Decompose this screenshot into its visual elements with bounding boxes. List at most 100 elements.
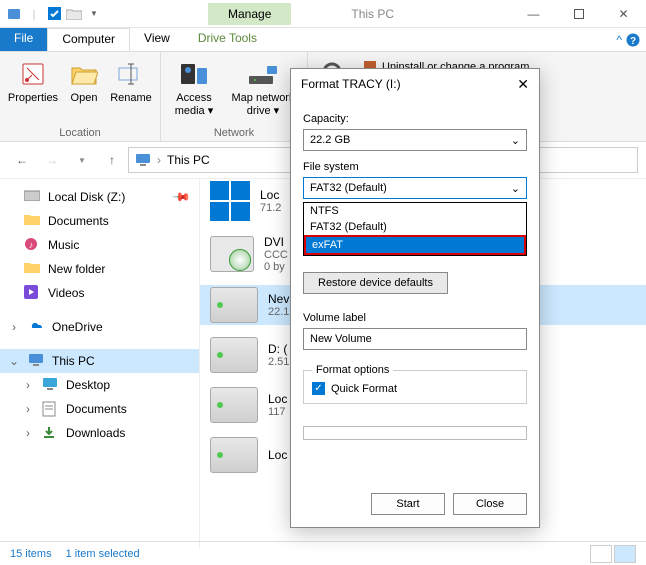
quick-format-checkbox[interactable]: ✓ Quick Format xyxy=(312,382,518,395)
music-icon: ♪ xyxy=(24,237,40,253)
nav-music[interactable]: ♪Music xyxy=(0,233,199,257)
access-media-button[interactable]: Access media ▾ xyxy=(167,54,221,118)
rename-button[interactable]: Rename xyxy=(108,54,154,105)
maximize-button[interactable] xyxy=(556,0,601,28)
chevron-down-icon: ⌄ xyxy=(511,134,520,147)
qat-checkbox-icon[interactable] xyxy=(46,6,62,22)
tab-file[interactable]: File xyxy=(0,28,47,51)
file-name: Loc xyxy=(268,392,287,406)
nav-this-pc[interactable]: ⌄This PC xyxy=(0,349,199,373)
nav-downloads[interactable]: ›Downloads xyxy=(14,421,199,445)
drive-icon xyxy=(210,387,258,423)
drive-icon xyxy=(210,337,258,373)
volume-label-input[interactable]: New Volume xyxy=(303,328,527,350)
nav-documents[interactable]: Documents xyxy=(0,209,199,233)
access-media-label: Access media ▾ xyxy=(167,92,221,118)
volume-label-label: Volume label xyxy=(303,312,527,324)
window-title: This PC xyxy=(351,7,394,21)
restore-defaults-button[interactable]: Restore device defaults xyxy=(303,272,448,294)
group-label-network: Network xyxy=(214,127,254,139)
format-dialog: Format TRACY (I:) ✕ Capacity: 22.2 GB⌄ F… xyxy=(290,68,540,528)
view-icons-button[interactable] xyxy=(614,545,636,563)
contextual-tab-header: Manage xyxy=(208,3,291,25)
qat-dropdown-icon[interactable]: ▼ xyxy=(86,6,102,22)
nav-documents-2[interactable]: ›Documents xyxy=(14,397,199,421)
filesystem-select[interactable]: FAT32 (Default) ⌄ xyxy=(303,177,527,199)
properties-button[interactable]: Properties xyxy=(6,54,60,105)
dvd-drive-icon xyxy=(210,236,254,272)
capacity-select[interactable]: 22.2 GB ⌄ xyxy=(303,129,527,151)
view-details-button[interactable] xyxy=(590,545,612,563)
nav-videos[interactable]: Videos xyxy=(0,281,199,305)
nav-local-disk[interactable]: Local Disk (Z:)📌 xyxy=(0,185,199,209)
file-sub: CCC xyxy=(264,249,288,261)
nav-new-folder[interactable]: New folder xyxy=(0,257,199,281)
file-sub: 117 xyxy=(268,406,287,418)
onedrive-icon xyxy=(28,319,44,335)
windows-logo-icon xyxy=(210,181,250,221)
tab-drive-tools[interactable]: Drive Tools xyxy=(184,28,271,51)
recent-button[interactable]: ▼ xyxy=(68,146,96,174)
drive-icon xyxy=(210,437,258,473)
fs-option-exfat[interactable]: exFAT xyxy=(304,235,526,255)
capacity-value: 22.2 GB xyxy=(310,134,350,146)
tab-computer[interactable]: Computer xyxy=(47,28,130,51)
qat-separator: | xyxy=(26,6,42,22)
chevron-right-icon[interactable]: › xyxy=(22,426,34,440)
chevron-down-icon: ⌄ xyxy=(511,182,520,195)
status-bar: 15 items 1 item selected xyxy=(0,541,646,565)
this-pc-icon xyxy=(135,153,151,167)
downloads-icon xyxy=(42,425,58,441)
chevron-down-icon[interactable]: ⌄ xyxy=(8,354,20,368)
back-button[interactable]: ← xyxy=(8,146,36,174)
start-button[interactable]: Start xyxy=(371,493,445,515)
map-drive-icon xyxy=(247,58,279,90)
quick-access-toolbar: | ▼ xyxy=(0,6,108,22)
chevron-right-icon[interactable]: › xyxy=(8,320,20,334)
pin-icon: 📌 xyxy=(171,187,191,207)
folder-icon xyxy=(24,213,40,229)
up-button[interactable]: ↑ xyxy=(98,146,126,174)
dialog-title-text: Format TRACY (I:) xyxy=(301,77,401,91)
format-progress xyxy=(303,426,527,440)
ribbon-group-location: Properties Open Rename Location xyxy=(0,52,161,141)
app-icon xyxy=(6,6,22,22)
format-options-legend: Format options xyxy=(312,364,393,376)
close-button[interactable]: ✕ xyxy=(601,0,646,28)
titlebar: | ▼ Manage This PC — ✕ xyxy=(0,0,646,28)
nav-desktop[interactable]: ›Desktop xyxy=(14,373,199,397)
status-count: 15 items xyxy=(10,548,52,560)
file-name: Loc xyxy=(268,448,287,462)
fs-option-fat32[interactable]: FAT32 (Default) xyxy=(304,219,526,235)
ribbon-tabs: File Computer View Drive Tools ^ ? xyxy=(0,28,646,52)
file-sub: 2.51 xyxy=(268,356,289,368)
filesystem-value: FAT32 (Default) xyxy=(310,182,387,194)
desktop-icon xyxy=(42,377,58,393)
open-label: Open xyxy=(71,92,98,105)
help-icon[interactable]: ? xyxy=(626,33,640,47)
properties-icon xyxy=(17,58,49,90)
file-name: DVI xyxy=(264,235,288,249)
close-button[interactable]: Close xyxy=(453,493,527,515)
chevron-right-icon[interactable]: › xyxy=(22,378,34,392)
dialog-close-button[interactable]: ✕ xyxy=(517,76,529,93)
qat-folder-icon[interactable] xyxy=(66,6,82,22)
fs-option-ntfs[interactable]: NTFS xyxy=(304,203,526,219)
minimize-button[interactable]: — xyxy=(511,0,556,28)
open-button[interactable]: Open xyxy=(64,54,104,105)
ribbon-help[interactable]: ^ ? xyxy=(610,28,646,51)
nav-onedrive[interactable]: ›OneDrive xyxy=(0,315,199,339)
tab-view[interactable]: View xyxy=(130,28,184,51)
collapse-ribbon-icon[interactable]: ^ xyxy=(616,33,622,47)
group-label-location: Location xyxy=(59,127,101,139)
chevron-right-icon[interactable]: › xyxy=(22,402,34,416)
filesystem-label: File system xyxy=(303,161,527,173)
quick-format-label: Quick Format xyxy=(331,383,397,395)
checkbox-checked-icon: ✓ xyxy=(312,382,325,395)
svg-text:♪: ♪ xyxy=(29,240,34,250)
window-controls: — ✕ xyxy=(511,0,646,28)
ribbon-group-network: Access media ▾ Map network drive ▾ Netwo… xyxy=(161,52,308,141)
forward-button[interactable]: → xyxy=(38,146,66,174)
file-name: D: ( xyxy=(268,342,289,356)
file-sub: 71.2 xyxy=(260,202,281,214)
